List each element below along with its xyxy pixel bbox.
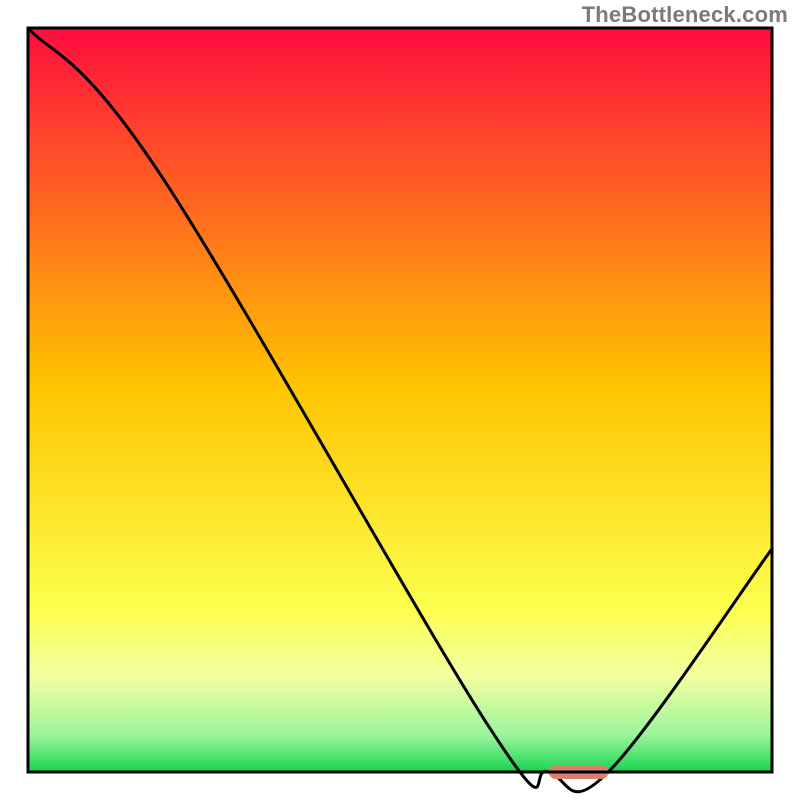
- chart-container: TheBottleneck.com: [0, 0, 800, 800]
- watermark-text: TheBottleneck.com: [582, 2, 788, 28]
- bottleneck-line-chart: [0, 0, 800, 800]
- chart-background: [28, 28, 772, 772]
